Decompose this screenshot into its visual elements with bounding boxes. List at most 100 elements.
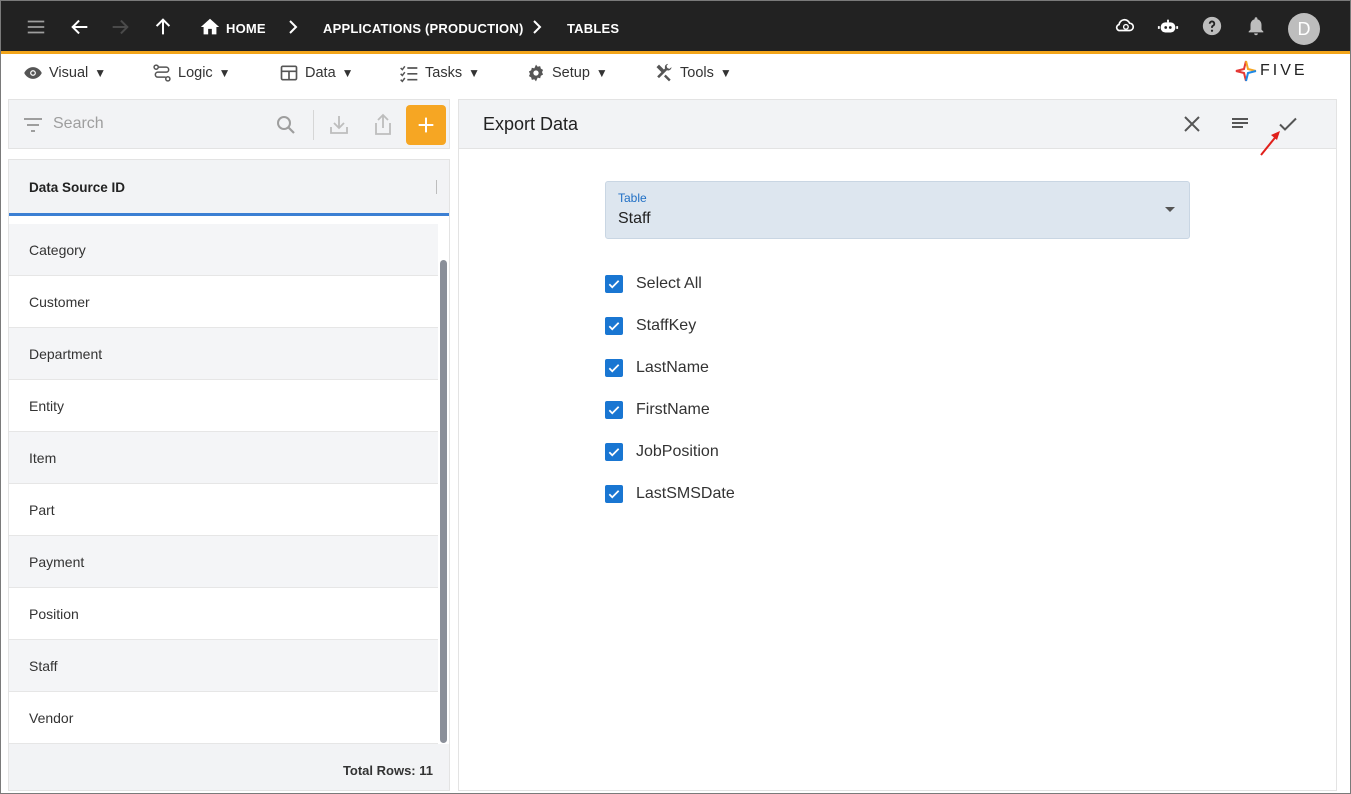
list-item-label: Department (29, 345, 103, 362)
data-source-list: Data Source ID Category Customer Departm… (8, 159, 450, 791)
checkbox-checked-icon[interactable] (605, 401, 623, 419)
gear-icon (528, 64, 544, 82)
checkbox-label: LastSMSDate (636, 485, 735, 502)
export-icon[interactable] (371, 113, 395, 137)
list-item[interactable]: Part (9, 484, 438, 536)
tools-icon (656, 63, 672, 82)
list-item[interactable]: Department (9, 328, 438, 380)
up-arrow-icon[interactable] (151, 15, 175, 39)
dropdown-caret-icon (1165, 207, 1175, 212)
toolbar-divider (313, 110, 314, 140)
list-item[interactable]: Staff (9, 640, 438, 692)
five-logo-text: FIVE (1260, 62, 1308, 79)
help-icon[interactable] (1200, 14, 1224, 38)
caret-down-icon: ▼ (341, 66, 354, 80)
list-item-label: Customer (29, 293, 90, 310)
field-checkbox-list: Select All StaffKey LastName FirstName J… (605, 263, 735, 515)
column-header-label: Data Source ID (29, 180, 126, 195)
total-rows-count: Total Rows: 11 (342, 763, 433, 778)
add-record-button[interactable] (406, 105, 446, 145)
five-logo: FIVE (1235, 59, 1308, 83)
five-logo-mark-icon (1235, 60, 1257, 82)
list-item-label: Entity (29, 397, 65, 414)
list-item[interactable]: Customer (9, 276, 438, 328)
checkbox-label: Select All (636, 275, 702, 292)
menu-setup-label: Setup (552, 65, 590, 81)
list-scrollbar[interactable] (440, 260, 447, 743)
checkbox-checked-icon[interactable] (605, 275, 623, 293)
eye-icon (24, 67, 42, 79)
breadcrumb-applications[interactable]: APPLICATIONS (PRODUCTION) (323, 21, 523, 36)
search-icon[interactable] (274, 113, 298, 137)
list-item[interactable]: Item (9, 432, 438, 484)
checkbox-checked-icon[interactable] (605, 443, 623, 461)
table-select[interactable]: Table Staff (605, 181, 1190, 239)
menu-data-label: Data (305, 65, 336, 81)
table-select-value: Staff (618, 210, 651, 227)
red-arrow-annotation-icon (1260, 131, 1280, 156)
filter-icon[interactable] (21, 113, 45, 137)
breadcrumb-tables[interactable]: TABLES (567, 21, 619, 36)
main-menu-bar: Visual ▼ Logic ▼ Data ▼ Tasks ▼ Setup ▼ … (1, 54, 1350, 92)
caret-down-icon: ▼ (218, 66, 231, 80)
list-item-label: Item (29, 449, 57, 466)
checkbox-field[interactable]: FirstName (605, 389, 735, 431)
menu-logic-label: Logic (178, 65, 213, 81)
checkbox-field[interactable]: JobPosition (605, 431, 735, 473)
checkbox-field[interactable]: LastName (605, 347, 735, 389)
list-item[interactable]: Category (9, 224, 438, 276)
list-item[interactable]: Position (9, 588, 438, 640)
checkbox-checked-icon[interactable] (605, 485, 623, 503)
close-icon[interactable] (1180, 112, 1204, 136)
list-item-label: Part (29, 501, 55, 518)
import-icon[interactable] (327, 113, 351, 137)
menu-visual-label: Visual (49, 65, 89, 81)
column-resize-handle[interactable] (436, 180, 437, 194)
notes-icon[interactable] (1228, 112, 1252, 136)
list-item-label: Position (29, 605, 79, 622)
caret-down-icon: ▼ (719, 66, 732, 80)
menu-setup[interactable]: Setup ▼ (526, 62, 608, 84)
checkbox-field[interactable]: StaffKey (605, 305, 735, 347)
user-avatar[interactable]: D (1288, 13, 1320, 45)
caret-down-icon: ▼ (468, 66, 480, 80)
list-footer: Total Rows: 11 (9, 744, 449, 790)
back-arrow-icon[interactable] (68, 15, 92, 39)
list-item[interactable]: Payment (9, 536, 438, 588)
list-column-header[interactable]: Data Source ID (9, 160, 449, 216)
chevron-right-icon (533, 20, 542, 34)
menu-logic[interactable]: Logic ▼ (152, 62, 231, 84)
form-header: Export Data (459, 100, 1336, 149)
checkbox-label: StaffKey (636, 317, 697, 334)
form-title: Export Data (483, 114, 579, 134)
chevron-right-icon (289, 20, 298, 34)
cloud-sync-icon[interactable] (1113, 13, 1137, 37)
checkbox-checked-icon[interactable] (605, 317, 623, 335)
notification-bell-icon[interactable] (1244, 14, 1268, 38)
checkbox-field[interactable]: LastSMSDate (605, 473, 735, 515)
list-rows: Category Customer Department Entity Item… (9, 224, 438, 744)
checkbox-checked-icon[interactable] (605, 359, 623, 377)
checkbox-label: FirstName (636, 401, 710, 418)
breadcrumb-home[interactable]: HOME (226, 21, 266, 36)
list-item[interactable]: Vendor (9, 692, 438, 744)
menu-visual[interactable]: Visual ▼ (23, 62, 106, 84)
list-item-label: Payment (29, 553, 85, 570)
checkbox-select-all[interactable]: Select All (605, 263, 735, 305)
menu-tools-label: Tools (680, 65, 714, 81)
menu-tools[interactable]: Tools ▼ (654, 62, 732, 84)
forward-arrow-icon[interactable] (108, 15, 132, 39)
list-item-label: Vendor (29, 709, 74, 726)
search-input[interactable]: Search (53, 115, 104, 133)
list-item[interactable]: Entity (9, 380, 438, 432)
menu-data[interactable]: Data ▼ (279, 62, 354, 84)
checkbox-label: LastName (636, 359, 709, 376)
list-item-label: Staff (29, 657, 58, 674)
chatbot-icon[interactable] (1156, 15, 1180, 39)
list-toolbar: Search (8, 99, 450, 149)
hamburger-menu-icon[interactable] (24, 15, 48, 39)
plus-icon (418, 117, 434, 133)
menu-tasks[interactable]: Tasks ▼ (399, 62, 480, 84)
home-icon[interactable] (198, 15, 222, 39)
checklist-icon (400, 65, 418, 83)
